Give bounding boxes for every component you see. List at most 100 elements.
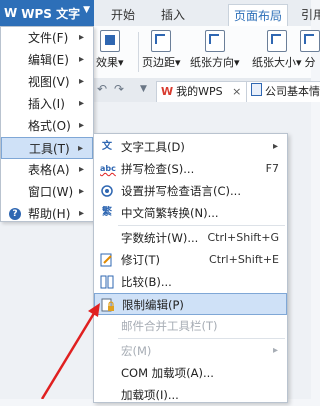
menu-item-label: 视图(V) bbox=[28, 75, 70, 89]
menu-item-help[interactable]: ? 帮助(H) ▸ bbox=[1, 203, 93, 225]
wps-icon: W bbox=[161, 85, 174, 98]
menu-separator bbox=[118, 338, 285, 339]
menu-item-tools[interactable]: 工具(T) ▸ bbox=[1, 137, 93, 159]
chevron-right-icon: ▸ bbox=[272, 141, 278, 152]
margins-button[interactable]: 页边距▾ bbox=[142, 30, 181, 70]
menu-item-label: 编辑(E) bbox=[28, 53, 69, 67]
columns-icon bbox=[300, 30, 320, 52]
redo-icon[interactable]: ↷ bbox=[114, 82, 124, 96]
menu-item-label: COM 加载项(A)... bbox=[121, 366, 214, 380]
menu-item-label: 邮件合并工具栏(T) bbox=[121, 319, 218, 333]
paper-size-label: 纸张大小 bbox=[252, 56, 296, 69]
menu-item-spell-check[interactable]: abc 拼写检查(S)... F7 bbox=[94, 158, 287, 180]
menu-item-label: 宏(M) bbox=[121, 344, 152, 358]
menu-item-chinese-conversion[interactable]: 繁 中文简繁转换(N)... bbox=[94, 202, 287, 224]
chevron-right-icon: ▸ bbox=[77, 143, 83, 154]
tab-my-wps[interactable]: W 我的WPS × bbox=[156, 81, 250, 102]
menu-item-label: 表格(A) bbox=[28, 163, 70, 177]
tab-page-layout[interactable]: 页面布局 bbox=[228, 4, 288, 27]
text-tools-icon: 文 bbox=[102, 141, 112, 152]
close-icon[interactable]: × bbox=[232, 85, 241, 98]
paper-size-icon bbox=[266, 30, 287, 52]
chevron-right-icon: ▸ bbox=[78, 32, 84, 43]
menu-item-track-changes[interactable]: 修订(T) Ctrl+Shift+E bbox=[94, 249, 287, 271]
menu-item-label: 中文简繁转换(N)... bbox=[121, 206, 219, 220]
shortcut-label: F7 bbox=[265, 162, 279, 175]
wps-logo-icon: W bbox=[4, 6, 18, 20]
tab-insert[interactable]: 插入 bbox=[154, 4, 192, 26]
undo-icon[interactable]: ↶ bbox=[97, 82, 107, 96]
chinese-conversion-icon: 繁 bbox=[102, 207, 112, 218]
menu-item-file[interactable]: 文件(F) ▸ bbox=[1, 27, 93, 49]
columns-button[interactable]: 分 bbox=[300, 30, 320, 70]
tools-submenu: 文 文字工具(D) ▸ abc 拼写检查(S)... F7 设置拼写检查语言(C… bbox=[93, 133, 288, 403]
language-settings-icon bbox=[100, 184, 114, 198]
menu-item-spell-language[interactable]: 设置拼写检查语言(C)... bbox=[94, 180, 287, 202]
chevron-right-icon: ▸ bbox=[78, 98, 84, 109]
tab-home[interactable]: 开始 bbox=[104, 4, 142, 26]
menu-item-macro[interactable]: 宏(M) ▸ bbox=[94, 340, 287, 362]
menu-item-label: 插入(I) bbox=[28, 97, 65, 111]
menu-item-label: 窗口(W) bbox=[28, 185, 74, 199]
chevron-down-icon[interactable]: ▼ bbox=[140, 84, 147, 94]
menu-item-label: 格式(O) bbox=[28, 119, 71, 133]
menu-item-label: 拼写检查(S)... bbox=[121, 162, 195, 176]
chevron-right-icon: ▸ bbox=[78, 54, 84, 65]
document-icon bbox=[251, 83, 262, 96]
chevron-right-icon: ▸ bbox=[78, 164, 84, 175]
menu-item-text-tools[interactable]: 文 文字工具(D) ▸ bbox=[94, 136, 287, 158]
chevron-right-icon: ▸ bbox=[78, 120, 84, 131]
menu-item-compare[interactable]: 比较(B)... bbox=[94, 271, 287, 293]
chevron-down-icon: ▼ bbox=[83, 5, 90, 15]
orientation-icon bbox=[204, 30, 225, 52]
menu-item-window[interactable]: 窗口(W) ▸ bbox=[1, 181, 93, 203]
ribbon-panel: 效果▾ 页边距▾ 纸张方向▾ 纸张大小▾ 分 bbox=[94, 26, 320, 79]
paper-size-button[interactable]: 纸张大小▾ bbox=[252, 30, 302, 70]
ribbon-divider bbox=[138, 32, 139, 72]
tab-document[interactable]: 公司基本情 bbox=[246, 81, 320, 102]
document-tab-label: 公司基本情 bbox=[265, 85, 320, 98]
menu-item-label: 字数统计(W)... bbox=[121, 231, 199, 245]
menu-item-label: 文字工具(D) bbox=[121, 140, 185, 154]
menu-item-insert[interactable]: 插入(I) ▸ bbox=[1, 93, 93, 115]
menu-item-label: 文件(F) bbox=[28, 31, 69, 45]
wps-writer-menu-button[interactable]: W WPS 文字 ▼ bbox=[0, 0, 94, 26]
menu-item-restrict-editing[interactable]: 限制编辑(P) bbox=[94, 293, 287, 315]
document-tab-bar: ↶ ↷ ▼ W 我的WPS × 公司基本情 bbox=[94, 78, 320, 103]
menu-item-label: 设置拼写检查语言(C)... bbox=[121, 184, 241, 198]
menu-item-label: 限制编辑(P) bbox=[122, 298, 184, 312]
menu-item-label: 比较(B)... bbox=[121, 275, 172, 289]
menu-item-mail-merge-toolbar[interactable]: 邮件合并工具栏(T) bbox=[94, 315, 287, 337]
menu-item-addins[interactable]: 加载项(I)... bbox=[94, 384, 287, 406]
tab-references[interactable]: 引用 bbox=[296, 4, 320, 26]
shortcut-label: Ctrl+Shift+E bbox=[209, 253, 279, 266]
menu-item-edit[interactable]: 编辑(E) ▸ bbox=[1, 49, 93, 71]
menu-item-label: 工具(T) bbox=[29, 142, 70, 156]
menu-item-view[interactable]: 视图(V) ▸ bbox=[1, 71, 93, 93]
menu-item-format[interactable]: 格式(O) ▸ bbox=[1, 115, 93, 137]
columns-label: 分 bbox=[304, 56, 316, 69]
chevron-right-icon: ▸ bbox=[78, 186, 84, 197]
chevron-right-icon: ▸ bbox=[78, 208, 84, 219]
app-title: WPS 文字 bbox=[21, 6, 81, 21]
menu-item-table[interactable]: 表格(A) ▸ bbox=[1, 159, 93, 181]
my-wps-label: 我的WPS bbox=[176, 85, 223, 98]
effects-label: 效果 bbox=[96, 56, 118, 69]
menu-item-com-addins[interactable]: COM 加载项(A)... bbox=[94, 362, 287, 384]
menu-item-label: 加载项(I)... bbox=[121, 388, 179, 402]
menu-separator bbox=[118, 225, 285, 226]
orientation-label: 纸张方向 bbox=[190, 56, 234, 69]
effects-icon bbox=[99, 30, 120, 52]
effects-button[interactable]: 效果▾ bbox=[96, 30, 124, 70]
menu-item-word-count[interactable]: 字数统计(W)... Ctrl+Shift+G bbox=[94, 227, 287, 249]
orientation-button[interactable]: 纸张方向▾ bbox=[190, 30, 240, 70]
margins-icon bbox=[151, 30, 172, 52]
lock-document-icon bbox=[101, 298, 115, 312]
chevron-right-icon: ▸ bbox=[272, 345, 278, 356]
spell-check-icon: abc bbox=[100, 164, 116, 173]
compare-icon bbox=[100, 275, 114, 289]
track-changes-icon bbox=[100, 253, 114, 267]
ribbon-tab-bar: 开始 插入 页面布局 引用 bbox=[94, 0, 320, 27]
shortcut-label: Ctrl+Shift+G bbox=[207, 231, 279, 244]
help-icon: ? bbox=[9, 208, 21, 220]
